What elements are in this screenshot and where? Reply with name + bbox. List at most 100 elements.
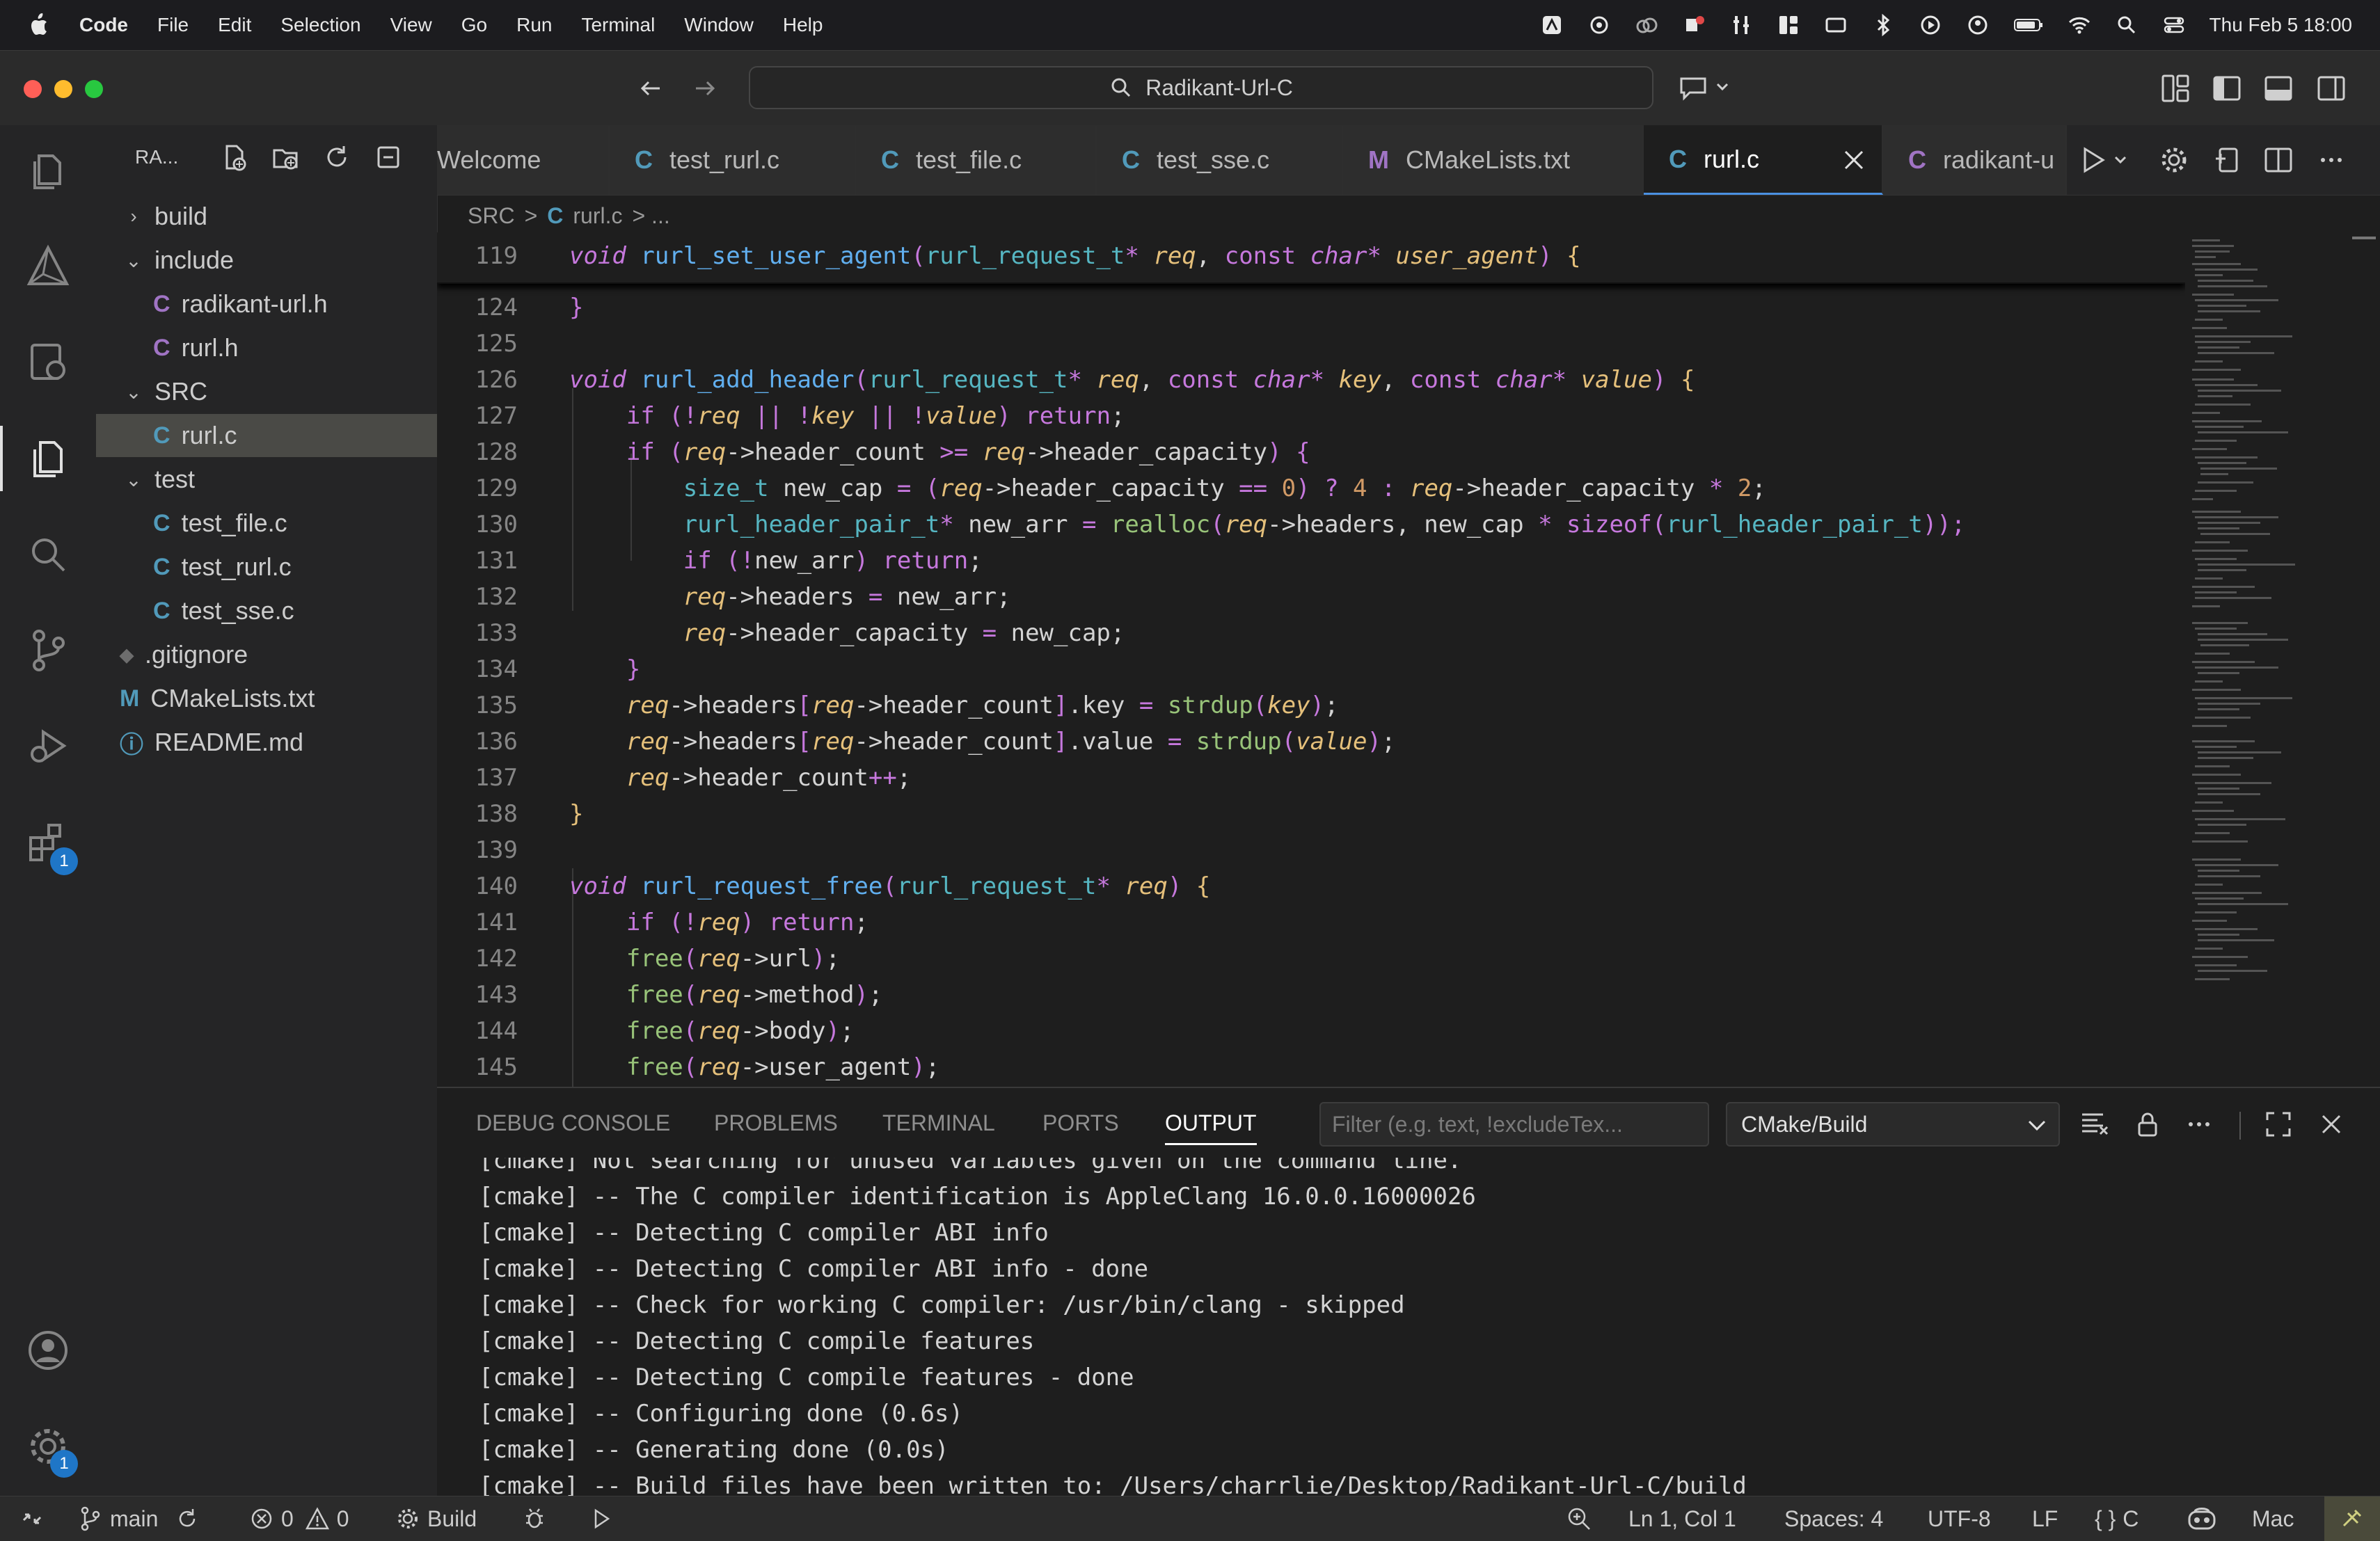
open-changes-icon[interactable]	[2212, 145, 2242, 175]
new-file-icon[interactable]	[220, 143, 248, 171]
tree-file-rurl-h[interactable]: Crurl.h	[96, 326, 494, 369]
cmake-build-button[interactable]: Build	[395, 1496, 477, 1541]
tree-file-rurl-c[interactable]: Crurl.c	[96, 414, 494, 457]
toggle-primary-sidebar-icon[interactable]	[2212, 73, 2242, 104]
menu-edit[interactable]: Edit	[218, 14, 251, 36]
problems-indicator[interactable]: 0 0	[249, 1496, 349, 1541]
output-area[interactable]: [cmake] Not searching for unused variabl…	[437, 1158, 2380, 1497]
branch-indicator[interactable]: main	[78, 1496, 200, 1541]
breadcrumb-symbol[interactable]: > ...	[632, 203, 669, 229]
display-icon[interactable]	[1824, 13, 1848, 37]
explorer-files-icon[interactable]	[24, 146, 72, 195]
tab-terminal[interactable]: TERMINAL	[882, 1110, 995, 1136]
split-editor-icon[interactable]	[2263, 145, 2294, 175]
run-file-icon[interactable]	[2079, 145, 2135, 175]
creative-cloud-icon[interactable]	[1635, 13, 1658, 37]
notifications-button[interactable]	[2324, 1496, 2380, 1541]
close-window-button[interactable]	[24, 80, 42, 98]
apple-icon[interactable]	[28, 13, 49, 37]
more-actions-icon[interactable]	[2316, 145, 2347, 175]
menu-selection[interactable]: Selection	[280, 14, 360, 36]
remote-indicator[interactable]	[19, 1496, 45, 1541]
tab-cmakelists[interactable]: M CMakeLists.txt	[1343, 125, 1644, 195]
line-ending[interactable]: LF	[2032, 1496, 2058, 1541]
menu-help[interactable]: Help	[783, 14, 823, 36]
zoom-window-button[interactable]	[85, 80, 103, 98]
explorer-active-icon[interactable]	[24, 434, 72, 483]
tab-test-rurl-c[interactable]: Ctest_rurl.c	[610, 125, 856, 195]
minimize-window-button[interactable]	[54, 80, 72, 98]
menu-run[interactable]: Run	[516, 14, 552, 36]
tab-welcome[interactable]: Welcome	[437, 125, 610, 195]
play-circle-icon[interactable]	[1919, 13, 1942, 37]
status-app-icon[interactable]	[1540, 13, 1564, 37]
settings-gear-icon[interactable]	[2159, 145, 2189, 175]
copilot-chat-icon[interactable]	[1677, 72, 1733, 102]
tree-folder-test[interactable]: ⌄ test	[96, 458, 461, 501]
output-filter-input[interactable]: Filter (e.g. text, !excludeTex...	[1319, 1102, 1709, 1147]
remote-explorer-icon[interactable]	[24, 338, 72, 387]
menubar-datetime[interactable]: Thu Feb 5 18:00	[2210, 14, 2352, 36]
code-editor[interactable]: 124 125 126 127 128 129 130 131 132 133 …	[437, 232, 2185, 1087]
bluetooth-icon[interactable]	[1871, 13, 1895, 37]
spotlight-icon[interactable]	[2115, 13, 2139, 37]
sticky-scroll-header[interactable]: 119 void rurl_set_user_agent(rurl_reques…	[437, 232, 2185, 284]
back-arrow-icon[interactable]	[636, 73, 667, 104]
tab-test-file-c[interactable]: Ctest_file.c	[856, 125, 1097, 195]
lock-scroll-icon[interactable]	[2132, 1109, 2163, 1140]
wifi-icon[interactable]	[2068, 13, 2091, 37]
copilot-status[interactable]	[2185, 1496, 2219, 1541]
layout-app-icon[interactable]	[1777, 13, 1800, 37]
tools-icon[interactable]	[1729, 13, 1753, 37]
debug-button[interactable]	[522, 1496, 547, 1541]
tab-radikant-url[interactable]: Cradikant-u	[1883, 125, 2067, 195]
cursor-position[interactable]: Ln 1, Col 1	[1628, 1496, 1736, 1541]
menu-window[interactable]: Window	[684, 14, 754, 36]
menu-view[interactable]: View	[390, 14, 432, 36]
tree-file-test-file-c[interactable]: Ctest_file.c	[96, 502, 494, 545]
user-circle-icon[interactable]	[1966, 13, 1990, 37]
menu-go[interactable]: Go	[461, 14, 487, 36]
minimap[interactable]	[2185, 232, 2380, 1087]
breadcrumb-file[interactable]: rurl.c	[573, 203, 622, 229]
tree-file-test-sse-c[interactable]: Ctest_sse.c	[96, 589, 494, 632]
tree-folder-src[interactable]: ⌄ SRC	[96, 370, 461, 413]
more-actions-icon[interactable]	[2184, 1109, 2214, 1140]
tab-test-sse-c[interactable]: Ctest_sse.c	[1097, 125, 1343, 195]
forward-arrow-icon[interactable]	[689, 73, 720, 104]
zoom-button[interactable]	[1566, 1496, 1592, 1541]
menu-file[interactable]: File	[157, 14, 189, 36]
output-channel-select[interactable]: CMake/Build	[1726, 1102, 2060, 1147]
language-mode[interactable]: { } C	[2095, 1496, 2139, 1541]
tree-file-gitignore[interactable]: ◆ .gitignore	[96, 633, 461, 676]
clear-output-icon[interactable]	[2079, 1109, 2110, 1140]
battery-icon[interactable]	[2013, 13, 2044, 37]
tree-file-cmakelists[interactable]: M CMakeLists.txt	[96, 677, 461, 720]
toggle-secondary-sidebar-icon[interactable]	[2316, 73, 2347, 104]
tab-output[interactable]: OUTPUT	[1165, 1110, 1257, 1145]
tree-file-test-rurl-c[interactable]: Ctest_rurl.c	[96, 545, 494, 589]
run-button[interactable]	[589, 1496, 614, 1541]
tree-folder-build[interactable]: › build	[96, 195, 461, 238]
customize-layout-icon[interactable]	[2160, 73, 2191, 104]
accounts-icon[interactable]	[24, 1326, 72, 1375]
toggle-panel-icon[interactable]	[2263, 73, 2294, 104]
search-icon[interactable]	[24, 530, 72, 579]
record-icon[interactable]	[1682, 13, 1706, 37]
tab-problems[interactable]: PROBLEMS	[714, 1110, 838, 1136]
close-panel-icon[interactable]	[2316, 1109, 2347, 1140]
tree-folder-include[interactable]: ⌄ include	[96, 239, 461, 282]
maximize-panel-icon[interactable]	[2263, 1109, 2294, 1140]
encoding[interactable]: UTF-8	[1928, 1496, 1991, 1541]
control-center-icon[interactable]	[2162, 13, 2186, 37]
tree-file-readme[interactable]: ⓘ README.md	[96, 721, 461, 764]
tab-ports[interactable]: PORTS	[1042, 1110, 1119, 1136]
breadcrumb-folder[interactable]: SRC	[468, 203, 515, 229]
source-control-icon[interactable]	[24, 626, 72, 675]
platform-indicator[interactable]: Mac	[2252, 1496, 2294, 1541]
openai-icon[interactable]	[1587, 13, 1611, 37]
app-menu[interactable]: Code	[79, 14, 128, 36]
menu-terminal[interactable]: Terminal	[581, 14, 655, 36]
close-tab-icon[interactable]	[1841, 147, 1866, 173]
command-center-search[interactable]: Radikant-Url-C	[749, 66, 1653, 109]
